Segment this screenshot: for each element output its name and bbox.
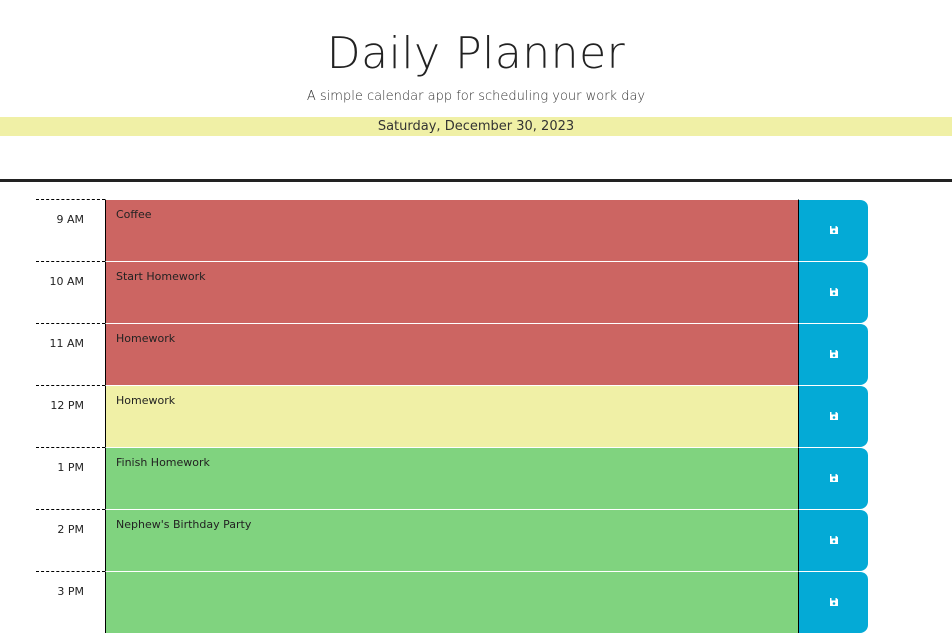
floppy-disk-icon	[830, 412, 838, 420]
event-textarea[interactable]: Finish Homework	[105, 447, 798, 509]
event-textarea[interactable]: Nephew's Birthday Party	[105, 509, 798, 571]
floppy-disk-icon	[830, 474, 838, 482]
hour-label: 11 AM	[36, 323, 105, 385]
save-button[interactable]	[798, 323, 868, 385]
time-block-11am: 11 AM Homework	[0, 323, 952, 385]
event-textarea[interactable]: Coffee	[105, 199, 798, 261]
hour-label: 12 PM	[36, 385, 105, 447]
event-textarea[interactable]: Homework	[105, 385, 798, 447]
save-button[interactable]	[798, 571, 868, 633]
save-button[interactable]	[798, 385, 868, 447]
page-subtitle: A simple calendar app for scheduling you…	[306, 89, 646, 104]
current-date: Saturday, December 30, 2023	[0, 117, 952, 136]
time-block-2pm: 2 PM Nephew's Birthday Party	[0, 509, 952, 571]
floppy-disk-icon	[830, 536, 838, 544]
page-title: Daily Planner	[326, 28, 626, 79]
event-textarea[interactable]: Start Homework	[105, 261, 798, 323]
time-block-12pm: 12 PM Homework	[0, 385, 952, 447]
page-header: Daily Planner A simple calendar app for …	[0, 0, 952, 182]
floppy-disk-icon	[830, 288, 838, 296]
time-block-1pm: 1 PM Finish Homework	[0, 447, 952, 509]
floppy-disk-icon	[830, 598, 838, 606]
hour-label: 1 PM	[36, 447, 105, 509]
event-textarea[interactable]: Homework	[105, 323, 798, 385]
hour-label: 10 AM	[36, 261, 105, 323]
hour-label: 3 PM	[36, 571, 105, 633]
time-block-10am: 10 AM Start Homework	[0, 261, 952, 323]
floppy-disk-icon	[830, 350, 838, 358]
time-block-9am: 9 AM Coffee	[0, 199, 952, 261]
floppy-disk-icon	[830, 226, 838, 234]
hour-label: 9 AM	[36, 199, 105, 261]
hour-label: 2 PM	[36, 509, 105, 571]
save-button[interactable]	[798, 261, 868, 323]
save-button[interactable]	[798, 509, 868, 571]
time-block-3pm: 3 PM	[0, 571, 952, 633]
save-button[interactable]	[798, 447, 868, 509]
save-button[interactable]	[798, 199, 868, 261]
event-textarea[interactable]	[105, 571, 798, 633]
